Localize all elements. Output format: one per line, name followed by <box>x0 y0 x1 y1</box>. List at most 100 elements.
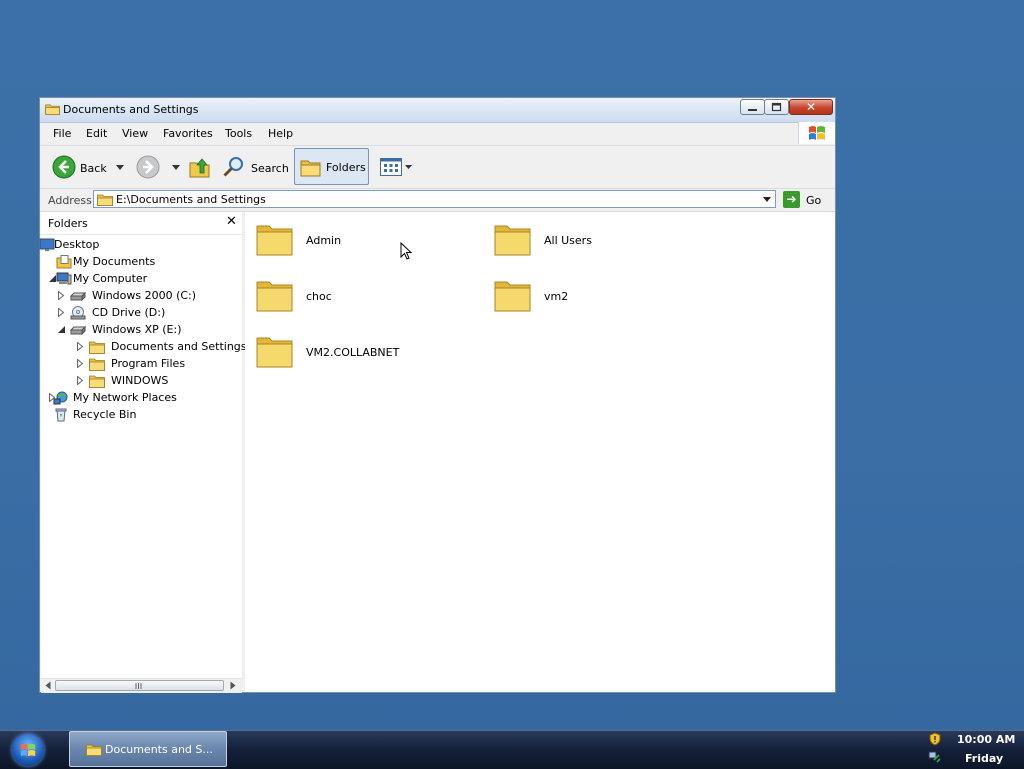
folders-button[interactable]: Folders <box>294 148 369 185</box>
search-label: Search <box>251 162 289 175</box>
item-name: vm2 <box>544 290 569 303</box>
folder-icon <box>494 225 531 256</box>
list-item[interactable]: vm2 <box>493 276 693 324</box>
chevron-down-icon <box>116 165 124 170</box>
toolbar: Back Search Folders <box>40 146 835 189</box>
go-arrow-icon[interactable]: ➜ <box>783 191 800 208</box>
tree-item-label: WINDOWS <box>111 374 169 387</box>
views-button[interactable] <box>378 150 414 184</box>
expanded-arrow-icon[interactable] <box>49 275 56 282</box>
item-name: Admin <box>306 234 342 247</box>
folder-icon <box>256 225 293 256</box>
tree-item-label: My Network Places <box>73 391 177 404</box>
clock-day[interactable]: Friday <box>965 752 1003 765</box>
clock-time[interactable]: 10:00 AM <box>957 733 1015 746</box>
collapsed-arrow-icon[interactable] <box>77 359 83 368</box>
folders-pane-scrollbar[interactable] <box>41 678 242 693</box>
list-item[interactable]: VM2.COLLABNET <box>255 332 455 380</box>
collapsed-arrow-icon[interactable] <box>77 342 83 351</box>
tree-item-label: Windows XP (E:) <box>92 323 182 336</box>
list-item[interactable]: Admin <box>255 220 455 268</box>
network-status-icon[interactable] <box>928 750 942 764</box>
up-folder-button[interactable] <box>188 150 214 184</box>
tree-item-label: Recycle Bin <box>73 408 137 421</box>
menu-favorites[interactable]: Favorites <box>163 127 213 140</box>
tree-item-label: Desktop <box>54 238 100 251</box>
menu-file[interactable]: File <box>53 127 71 140</box>
chevron-down-icon <box>405 165 412 169</box>
cd-drive-icon <box>70 306 86 320</box>
folder-icon <box>256 281 293 312</box>
folder-icon <box>89 358 105 371</box>
folders-pane-header: Folders ✕ <box>41 212 242 235</box>
menu-bar: File Edit View Favorites Tools Help <box>40 122 835 146</box>
security-shield-icon[interactable] <box>928 732 942 746</box>
windows-flag-icon <box>809 126 825 140</box>
collapsed-arrow-icon[interactable] <box>58 308 64 317</box>
folders-label: Folders <box>326 161 366 174</box>
up-folder-icon <box>189 158 210 178</box>
start-button[interactable] <box>12 734 44 766</box>
chevron-down-icon[interactable] <box>762 196 772 204</box>
forward-button[interactable] <box>136 150 182 184</box>
menu-view[interactable]: View <box>122 127 148 140</box>
taskbar-window-button[interactable]: Documents and S... <box>69 731 227 767</box>
recycle-bin-icon <box>55 408 67 422</box>
taskbar: Documents and S... <box>0 730 1024 769</box>
tree-item-label: My Computer <box>73 272 148 285</box>
address-input[interactable]: E:\Documents and Settings <box>93 190 776 208</box>
tree-item-label: Program Files <box>111 357 186 370</box>
desktop-icon <box>39 238 55 251</box>
scrollbar-thumb[interactable] <box>55 680 224 691</box>
address-value: E:\Documents and Settings <box>116 193 266 206</box>
list-item[interactable]: All Users <box>493 220 693 268</box>
item-name: VM2.COLLABNET <box>306 346 400 359</box>
go-button[interactable]: Go <box>806 194 821 207</box>
folders-pane: Folders ✕ Desktop My Documents My Comput… <box>39 212 247 678</box>
my-documents-icon <box>56 255 72 269</box>
minimize-icon <box>748 109 757 111</box>
back-label: Back <box>80 162 107 175</box>
folder-icon <box>89 341 105 354</box>
search-icon <box>223 157 243 177</box>
address-bar: Address E:\Documents and Settings ➜ Go <box>40 189 835 212</box>
hard-drive-icon <box>70 291 86 302</box>
item-name: All Users <box>544 234 592 247</box>
collapsed-arrow-icon[interactable] <box>77 376 83 385</box>
windows-flag-icon <box>20 743 36 757</box>
close-button[interactable]: ✕ <box>789 99 833 115</box>
menu-tools[interactable]: Tools <box>225 127 252 140</box>
back-arrow-icon <box>52 155 76 179</box>
menu-edit[interactable]: Edit <box>86 127 107 140</box>
windows-logo <box>798 122 835 144</box>
window-title: Documents and Settings <box>63 103 199 116</box>
search-button[interactable]: Search <box>222 150 289 184</box>
menu-help[interactable]: Help <box>268 127 293 140</box>
title-bar[interactable]: Documents and Settings ✕ <box>40 98 835 123</box>
folder-icon <box>86 744 102 756</box>
mouse-cursor-icon <box>400 242 412 260</box>
hard-drive-icon <box>70 325 86 336</box>
explorer-window: Documents and Settings ✕ File Edit View … <box>39 97 836 693</box>
tree-item-label: CD Drive (D:) <box>92 306 166 319</box>
folder-icon <box>97 194 113 206</box>
folders-icon <box>300 160 321 177</box>
close-icon: ✕ <box>805 100 817 114</box>
scroll-left-icon[interactable] <box>45 681 51 690</box>
folder-icon <box>494 281 531 312</box>
taskbar-window-label: Documents and S... <box>105 743 213 756</box>
views-grid-icon <box>380 158 402 176</box>
folder-icon <box>89 375 105 388</box>
network-places-icon <box>53 391 68 405</box>
back-button[interactable]: Back <box>52 150 128 184</box>
close-icon[interactable]: ✕ <box>226 214 237 229</box>
minimize-button[interactable] <box>740 99 765 115</box>
list-item[interactable]: choc <box>255 276 455 324</box>
maximize-button[interactable] <box>764 99 789 115</box>
item-name: choc <box>306 290 332 303</box>
address-label: Address <box>48 194 92 207</box>
expanded-arrow-icon[interactable] <box>58 326 65 333</box>
tree-item-label: Documents and Settings <box>111 340 247 353</box>
scroll-right-icon[interactable] <box>230 681 236 690</box>
collapsed-arrow-icon[interactable] <box>58 291 64 300</box>
